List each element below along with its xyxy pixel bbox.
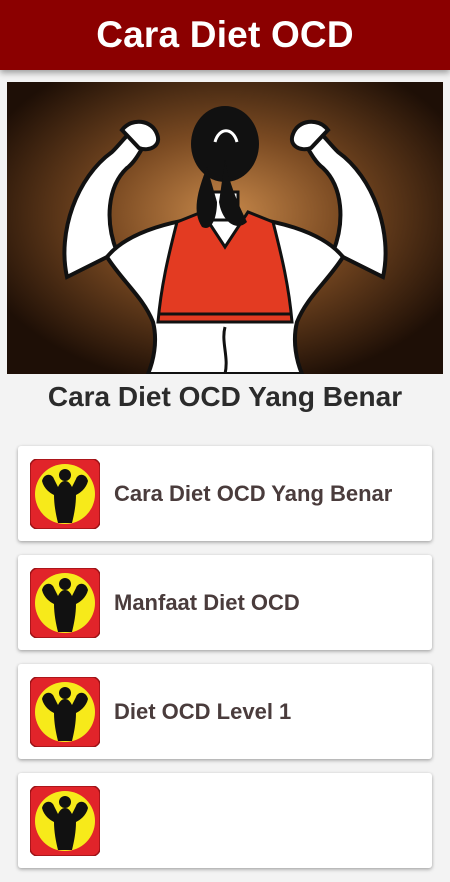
- bodybuilder-icon: [30, 677, 100, 747]
- page-subtitle: Cara Diet OCD Yang Benar: [47, 381, 403, 412]
- app-bar: Cara Diet OCD: [0, 0, 450, 70]
- list-item[interactable]: Cara Diet OCD Yang Benar: [18, 446, 432, 541]
- flexing-woman-illustration: [7, 82, 443, 374]
- list-item-label: Diet OCD Level 1: [114, 699, 292, 724]
- list-item[interactable]: [18, 773, 432, 868]
- bodybuilder-icon: [30, 786, 100, 856]
- list-item-label: Manfaat Diet OCD: [114, 590, 300, 615]
- menu-list: Cara Diet OCD Yang Benar Manfaat Diet OC…: [18, 446, 432, 882]
- list-item-label: Cara Diet OCD Yang Benar: [114, 481, 393, 506]
- hero-image: [7, 82, 443, 374]
- list-item[interactable]: Diet OCD Level 1: [18, 664, 432, 759]
- bodybuilder-icon: [30, 568, 100, 638]
- app-title: Cara Diet OCD: [96, 14, 354, 55]
- list-item[interactable]: Manfaat Diet OCD: [18, 555, 432, 650]
- bodybuilder-icon: [30, 459, 100, 529]
